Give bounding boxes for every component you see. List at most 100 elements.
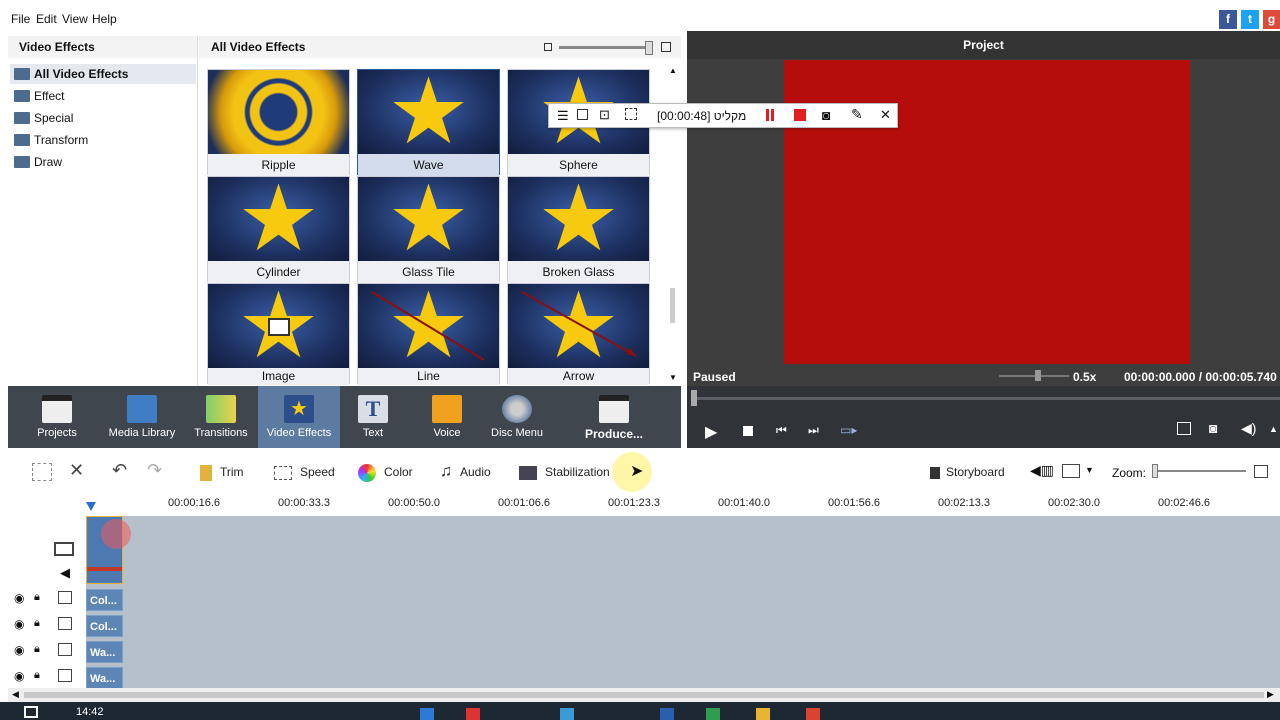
snapshot-icon[interactable]: ◙ [1209,420,1217,436]
track-clip[interactable]: Col... [86,589,123,611]
speed-slider-handle[interactable] [1035,370,1041,381]
stabilization-button[interactable]: Stabilization [519,462,610,482]
chevron-down-icon[interactable]: ▼ [1085,465,1094,475]
select-icon[interactable] [32,463,52,481]
timeline-scrollbar[interactable]: ◀ ▶ [8,688,1280,702]
audio-button[interactable]: ♫ Audio [440,462,491,482]
eye-icon[interactable]: ◉ [14,669,24,683]
undo-icon[interactable]: ↶ [112,460,127,481]
tool-voice[interactable]: Voice [416,386,478,448]
facebook-icon[interactable]: f [1219,10,1237,29]
stop-icon[interactable] [743,426,753,436]
previous-icon[interactable]: ⏮ [776,423,787,438]
delete-icon[interactable]: ✕ [69,460,84,481]
category-draw[interactable]: Draw [10,152,196,172]
thumbnail-size-slider[interactable] [559,46,651,49]
region-icon[interactable]: ⊡ [599,107,610,123]
menu-view[interactable]: View [62,12,88,26]
menu-help[interactable]: Help [92,12,117,26]
scroll-right-icon[interactable]: ▶ [1267,689,1274,700]
zoom-slider[interactable] [1154,470,1246,472]
eye-icon[interactable]: ◉ [14,617,24,631]
pause-icon[interactable] [766,109,769,121]
scroll-left-icon[interactable]: ◀ [12,689,19,700]
app-icon[interactable] [420,708,434,720]
mute-icon[interactable]: ◀ [60,565,70,581]
effect-arrow[interactable]: ★ Arrow [507,283,650,385]
tool-produce[interactable]: Produce... [574,386,654,448]
tool-video-effects[interactable]: ★ Video Effects [258,386,340,448]
app-icon[interactable] [560,708,574,720]
eye-icon[interactable]: ◉ [14,643,24,657]
eye-icon[interactable]: ◉ [14,591,24,605]
redo-icon[interactable]: ↷ [147,460,162,481]
menu-edit[interactable]: Edit [36,12,57,26]
trim-button[interactable]: Trim [200,462,244,482]
menu-file[interactable]: File [11,12,30,26]
playhead-marker[interactable] [86,502,96,511]
scroll-thumb[interactable] [670,288,675,323]
app-icon[interactable] [706,708,720,720]
window-icon[interactable] [577,109,588,120]
layout-icon[interactable] [1062,464,1080,478]
close-icon[interactable]: ✕ [880,107,891,123]
volume-up-icon[interactable]: ▲ [1269,424,1278,434]
stop-icon[interactable] [794,109,806,121]
tool-projects[interactable]: Projects [24,386,90,448]
tool-text[interactable]: T Text [342,386,404,448]
fit-timeline-icon[interactable] [1254,465,1268,478]
next-icon[interactable]: ⏭ [808,423,819,438]
category-special[interactable]: Special [10,108,196,128]
app-icon[interactable] [660,708,674,720]
track-clip[interactable]: Wa... [86,641,123,663]
color-button[interactable]: Color [358,462,413,482]
app-icon[interactable] [466,708,480,720]
effect-glass-tile[interactable]: ★ Glass Tile [357,176,500,283]
play-icon[interactable]: ▶ [705,422,717,442]
start-icon[interactable] [24,706,38,718]
effect-wave[interactable]: ★ Wave [357,69,500,176]
fullscreen-icon[interactable] [625,108,637,120]
category-effect[interactable]: Effect [10,86,196,106]
app-icon[interactable] [756,708,770,720]
small-size-icon[interactable] [544,43,552,51]
scroll-down-icon[interactable]: ▼ [669,373,677,382]
audio-mixer-icon[interactable]: ◀▥ [1030,462,1054,479]
pen-icon[interactable]: ✎ [851,106,863,123]
tool-media-library[interactable]: Media Library [104,386,180,448]
category-all-video-effects[interactable]: All Video Effects [10,64,196,84]
slider-handle[interactable] [645,41,653,55]
timeline-area[interactable] [8,516,1280,688]
speed-button[interactable]: Speed [274,462,335,482]
lock-icon[interactable]: 🔒︎ [34,591,40,604]
category-transform[interactable]: Transform [10,130,196,150]
menu-icon[interactable]: ☰ [557,108,569,124]
seek-bar[interactable] [693,397,1280,400]
scroll-up-icon[interactable]: ▲ [669,66,677,75]
effect-cylinder[interactable]: ★ Cylinder [207,176,350,283]
lock-icon[interactable]: 🔒︎ [34,643,40,656]
tool-disc-menu[interactable]: Disc Menu [484,386,550,448]
effect-ripple[interactable]: Ripple [207,69,350,176]
track-clip[interactable]: Col... [86,615,123,637]
speed-slider[interactable] [999,375,1069,377]
volume-icon[interactable]: ◀) [1241,420,1256,437]
google-plus-icon[interactable]: g [1263,10,1280,29]
twitter-icon[interactable]: t [1241,10,1259,29]
fullscreen-icon[interactable] [1177,422,1191,435]
lock-icon[interactable]: 🔒︎ [34,617,40,630]
scroll-thumb[interactable] [24,692,1264,698]
storyboard-button[interactable]: Storyboard [930,462,1005,482]
frame-step-icon[interactable]: ▭▸ [840,423,857,437]
effect-line[interactable]: ★ Line [357,283,500,385]
effect-image[interactable]: ★ Image [207,283,350,385]
main-video-clip[interactable] [86,516,131,584]
camera-icon[interactable]: ◙ [822,107,830,123]
tool-transitions[interactable]: Transitions [188,386,254,448]
effect-broken-glass[interactable]: ★ Broken Glass [507,176,650,283]
timeline-ruler[interactable]: 00:00:16.6 00:00:33.3 00:00:50.0 00:01:0… [8,496,1280,516]
seek-handle[interactable] [691,390,697,406]
large-size-icon[interactable] [661,42,671,52]
track-clip[interactable]: Wa... [86,667,123,689]
zoom-slider-handle[interactable] [1152,464,1158,478]
